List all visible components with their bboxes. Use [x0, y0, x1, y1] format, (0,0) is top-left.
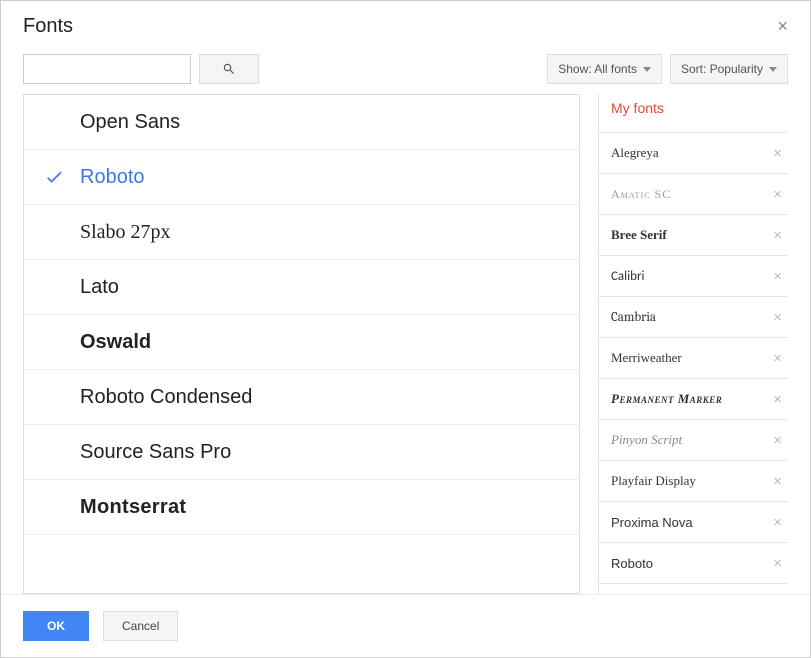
font-name: Slabo 27px: [80, 221, 171, 244]
remove-font-icon[interactable]: ×: [773, 555, 782, 572]
cancel-button[interactable]: Cancel: [103, 611, 178, 641]
myfonts-item-name: Permanent Marker: [611, 391, 722, 407]
remove-font-icon[interactable]: ×: [773, 145, 782, 162]
font-list-item[interactable]: Montserrat: [24, 480, 579, 535]
myfonts-item-name: Bree Serif: [611, 227, 667, 243]
right-column: My fonts Alegreya×Amatic SC×Bree Serif×C…: [598, 94, 788, 594]
myfonts-item[interactable]: Amatic SC ×: [599, 174, 788, 215]
show-filter-dropdown[interactable]: Show: All fonts: [547, 54, 662, 84]
font-name: Roboto: [80, 166, 145, 189]
myfonts-item[interactable]: Playfair Display ×: [599, 461, 788, 502]
myfonts-item[interactable]: Roboto ×: [599, 543, 788, 584]
font-list-item[interactable]: Roboto: [24, 150, 579, 205]
myfonts-item-name: Amatic SC: [611, 187, 671, 202]
myfonts-item-name: Cambria: [611, 310, 656, 325]
remove-font-icon[interactable]: ×: [773, 309, 782, 326]
show-filter-label: Show: All fonts: [558, 62, 637, 76]
remove-font-icon[interactable]: ×: [773, 432, 782, 449]
left-column: Open Sans Roboto Slabo 27px Lato Oswald Robot…: [23, 94, 580, 594]
font-list-item[interactable]: Slabo 27px: [24, 205, 579, 260]
search-button[interactable]: [199, 54, 259, 84]
check-icon: [44, 167, 64, 187]
remove-font-icon[interactable]: ×: [773, 227, 782, 244]
font-name: Lato: [80, 276, 119, 299]
font-list-item[interactable]: Open Sans: [24, 95, 579, 150]
myfonts-item[interactable]: Cambria ×: [599, 297, 788, 338]
close-icon[interactable]: ×: [777, 16, 788, 37]
dialog-title: Fonts: [23, 15, 73, 38]
myfonts-item-name: Proxima Nova: [611, 515, 693, 530]
myfonts-item-name: Pinyon Script: [611, 432, 682, 448]
font-name: Open Sans: [80, 111, 180, 134]
font-name: Source Sans Pro: [80, 441, 231, 464]
myfonts-item[interactable]: Permanent Marker ×: [599, 379, 788, 420]
remove-font-icon[interactable]: ×: [773, 473, 782, 490]
myfonts-item-name: Calibri: [611, 269, 644, 284]
myfonts-item[interactable]: Calibri ×: [599, 256, 788, 297]
font-list-item[interactable]: Oswald: [24, 315, 579, 370]
chevron-down-icon: [769, 67, 777, 72]
font-name: Montserrat: [80, 496, 186, 519]
myfonts-item[interactable]: Alegreya ×: [599, 133, 788, 174]
remove-font-icon[interactable]: ×: [773, 268, 782, 285]
font-name: Roboto Condensed: [80, 386, 252, 409]
remove-font-icon[interactable]: ×: [773, 514, 782, 531]
remove-font-icon[interactable]: ×: [773, 391, 782, 408]
dialog-footer: OK Cancel: [1, 594, 810, 657]
myfonts-item[interactable]: Merriweather ×: [599, 338, 788, 379]
myfonts-item[interactable]: Proxima Nova ×: [599, 502, 788, 543]
myfonts-item-name: Playfair Display: [611, 473, 696, 489]
myfonts-list[interactable]: Alegreya×Amatic SC×Bree Serif×Calibri×Ca…: [599, 132, 788, 594]
myfonts-title: My fonts: [599, 94, 788, 132]
font-list-item[interactable]: Source Sans Pro: [24, 425, 579, 480]
myfonts-item[interactable]: Pinyon Script ×: [599, 420, 788, 461]
font-name: Oswald: [80, 331, 151, 354]
search-input[interactable]: [23, 54, 191, 84]
fonts-dialog: Fonts × Show: All fonts Sort: Popularity…: [0, 0, 811, 658]
font-list[interactable]: Open Sans Roboto Slabo 27px Lato Oswald Robot…: [23, 94, 580, 594]
sort-label: Sort: Popularity: [681, 62, 763, 76]
remove-font-icon[interactable]: ×: [773, 350, 782, 367]
font-list-item[interactable]: Roboto Condensed: [24, 370, 579, 425]
font-list-item[interactable]: Lato: [24, 260, 579, 315]
sort-dropdown[interactable]: Sort: Popularity: [670, 54, 788, 84]
remove-font-icon[interactable]: ×: [773, 186, 782, 203]
dialog-header: Fonts ×: [1, 1, 810, 46]
chevron-down-icon: [643, 67, 651, 72]
dialog-body: Open Sans Roboto Slabo 27px Lato Oswald Robot…: [1, 94, 810, 594]
ok-button[interactable]: OK: [23, 611, 89, 641]
search-icon: [222, 62, 236, 76]
myfonts-item-name: Alegreya: [611, 145, 659, 161]
myfonts-item-name: Roboto: [611, 556, 653, 571]
myfonts-item-name: Merriweather: [611, 350, 682, 366]
myfonts-item[interactable]: Bree Serif ×: [599, 215, 788, 256]
toolbar: Show: All fonts Sort: Popularity: [1, 46, 810, 94]
